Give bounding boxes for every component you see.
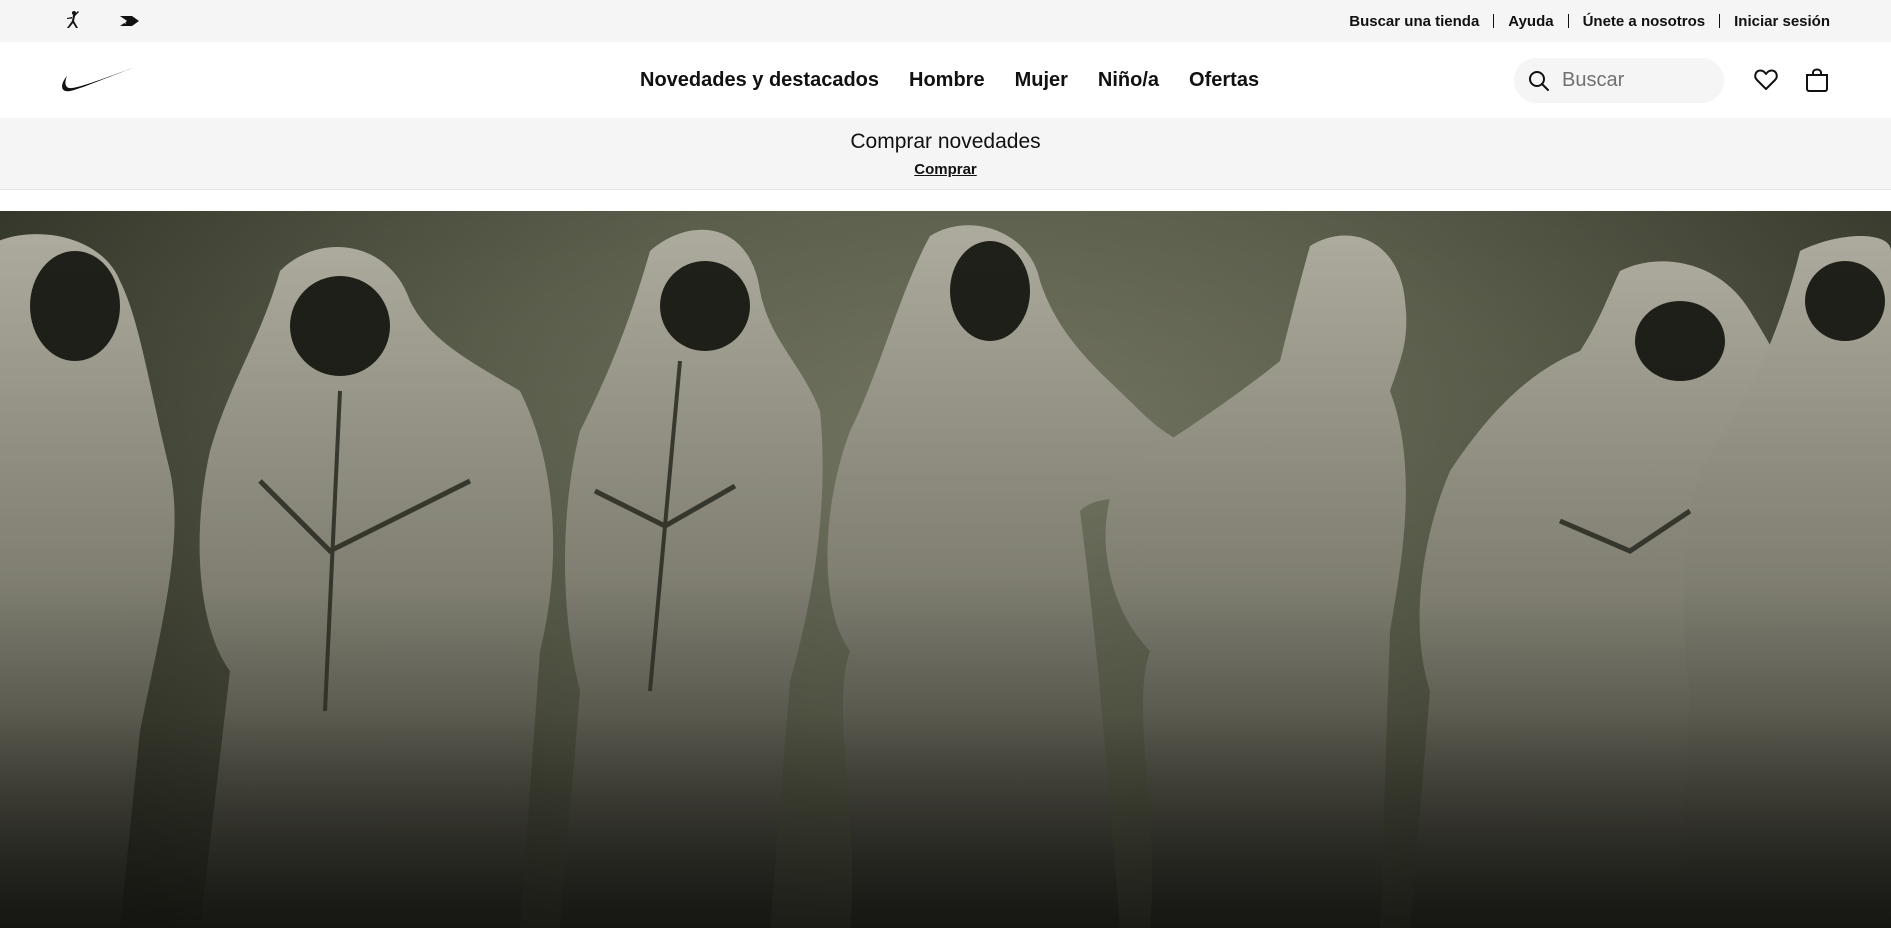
hero-image[interactable] bbox=[0, 211, 1891, 928]
utility-links: Buscar una tienda Ayuda Únete a nosotros… bbox=[1349, 13, 1830, 30]
converse-icon[interactable] bbox=[117, 9, 143, 33]
find-store-link[interactable]: Buscar una tienda bbox=[1349, 13, 1479, 30]
search-input[interactable] bbox=[1562, 69, 1722, 92]
main-nav: Novedades y destacados Hombre Mujer Niño… bbox=[0, 42, 1891, 118]
promo-title: Comprar novedades bbox=[850, 130, 1041, 153]
bag-icon[interactable] bbox=[1803, 66, 1831, 99]
promo-banner: Comprar novedades Comprar bbox=[0, 118, 1891, 190]
nav-men[interactable]: Hombre bbox=[909, 69, 985, 92]
jordan-jumpman-icon[interactable] bbox=[61, 9, 85, 33]
utility-bar: Buscar una tienda Ayuda Únete a nosotros… bbox=[0, 0, 1891, 42]
nav-sale[interactable]: Ofertas bbox=[1189, 69, 1259, 92]
search-box bbox=[1514, 58, 1724, 103]
nike-swoosh-icon[interactable] bbox=[58, 64, 134, 101]
heart-icon[interactable] bbox=[1752, 66, 1780, 99]
primary-nav: Novedades y destacados Hombre Mujer Niño… bbox=[640, 42, 1259, 118]
nav-new-featured[interactable]: Novedades y destacados bbox=[640, 69, 879, 92]
join-us-link[interactable]: Únete a nosotros bbox=[1583, 13, 1706, 30]
divider bbox=[1493, 14, 1495, 28]
divider bbox=[1719, 14, 1721, 28]
promo-shop-link[interactable]: Comprar bbox=[914, 161, 977, 178]
sign-in-link[interactable]: Iniciar sesión bbox=[1734, 13, 1830, 30]
nav-women[interactable]: Mujer bbox=[1015, 69, 1068, 92]
search-icon[interactable] bbox=[1524, 66, 1554, 96]
brand-switcher bbox=[61, 9, 143, 33]
help-link[interactable]: Ayuda bbox=[1508, 13, 1553, 30]
divider bbox=[1567, 14, 1569, 28]
nav-kids[interactable]: Niño/a bbox=[1098, 69, 1159, 92]
